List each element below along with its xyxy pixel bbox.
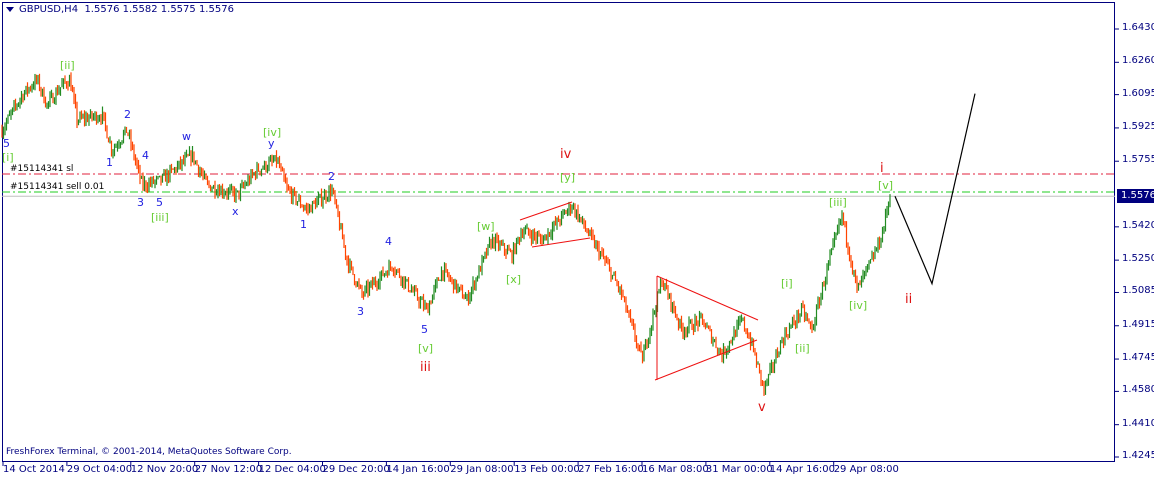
wave-label: [v] <box>878 179 894 192</box>
wave-label: 2 <box>124 108 131 121</box>
x-tick-label: 29 Jan 08:00 <box>450 464 514 475</box>
chart-window[interactable]: GBPUSD,H4 1.5576 1.5582 1.5575 1.5576 #1… <box>0 0 1154 479</box>
order-sell-label: #15114341 sell 0.01 <box>10 182 105 192</box>
wave-label: [ii] <box>60 59 75 72</box>
wave-label: [iv] <box>849 299 868 312</box>
triangle-trendline <box>654 339 758 381</box>
x-tick-label: 27 Nov 12:00 <box>194 464 263 475</box>
y-tick-label: 1.5755 <box>1122 154 1154 166</box>
order-sl-label: #15114341 sl <box>10 164 74 174</box>
wave-label: 2 <box>328 170 335 183</box>
wave-label: [w] <box>477 220 495 233</box>
wave-label: 5 <box>421 323 428 336</box>
x-tick-label: 12 Dec 04:00 <box>258 464 326 475</box>
wave-label: [ii] <box>795 342 810 355</box>
y-tick-label: 1.4410 <box>1122 417 1154 429</box>
x-tick-label: 14 Apr 16:00 <box>769 464 835 475</box>
wave-label: iii <box>420 360 431 375</box>
wave-label: [i] <box>2 151 14 164</box>
y-tick-label: 1.4745 <box>1122 352 1154 364</box>
wave-label: ii <box>905 292 913 307</box>
copyright: FreshForex Terminal, © 2001-2014, MetaQu… <box>6 447 292 457</box>
wave-label: [i] <box>781 277 793 290</box>
wave-label: 5 <box>156 196 163 209</box>
wave-label: [iii] <box>829 196 847 209</box>
wave-label: 5 <box>3 137 10 150</box>
x-tick-label: 13 Feb 00:00 <box>514 464 580 475</box>
wave-label: 1 <box>106 156 113 169</box>
x-tick-label: 16 Mar 08:00 <box>642 464 709 475</box>
wave-label: [iii] <box>151 211 169 224</box>
wave-label: 3 <box>357 305 364 318</box>
wave-label: 1 <box>300 218 307 231</box>
wave-projection-line <box>894 93 976 286</box>
wave-label: iv <box>560 147 572 162</box>
y-tick-label: 1.6430 <box>1122 22 1154 33</box>
y-tick-label: 1.4245 <box>1122 449 1154 461</box>
wave-label: w <box>182 130 191 143</box>
y-tick-label: 1.4915 <box>1122 318 1154 330</box>
y-tick-label: 1.6260 <box>1122 55 1154 67</box>
y-tick-label: 1.6095 <box>1122 87 1154 99</box>
ohlc-values: 1.5576 1.5582 1.5575 1.5576 <box>84 4 234 15</box>
wave-label: [x] <box>506 273 522 286</box>
symbol-label: GBPUSD,H4 <box>19 4 79 15</box>
y-tick-label: 1.5085 <box>1122 285 1154 297</box>
current-price-tag: 1.5576 <box>1117 189 1154 203</box>
y-tick-label: 1.5420 <box>1122 219 1154 231</box>
chart-header: GBPUSD,H4 1.5576 1.5582 1.5575 1.5576 <box>6 4 234 15</box>
y-tick-label: 1.4580 <box>1122 384 1154 396</box>
wave-label: 4 <box>385 235 392 248</box>
x-tick-label: 29 Apr 08:00 <box>833 464 899 475</box>
wave-label: [iv] <box>263 126 282 139</box>
x-tick-label: 31 Mar 00:00 <box>705 464 773 475</box>
price-chart <box>1 28 1119 466</box>
wave-label: 3 <box>137 196 144 209</box>
x-tick-label: 12 Nov 20:00 <box>130 464 199 475</box>
wave-label: x <box>232 205 239 218</box>
wave-label: [y] <box>560 171 576 184</box>
y-tick-label: 1.5925 <box>1122 120 1154 132</box>
wave-label: i <box>880 161 884 176</box>
x-tick-label: 27 Feb 16:00 <box>578 464 644 475</box>
y-tick-label: 1.5250 <box>1122 253 1154 265</box>
x-tick-label: 29 Dec 20:00 <box>322 464 390 475</box>
x-tick-label: 14 Oct 2014 <box>3 464 65 475</box>
wave-label: y <box>268 137 275 150</box>
x-tick-label: 14 Jan 16:00 <box>386 464 450 475</box>
wave-label: 4 <box>142 149 149 162</box>
x-tick-label: 29 Oct 04:00 <box>66 464 133 475</box>
wave-label: v <box>758 400 766 415</box>
wave-label: [v] <box>418 342 434 355</box>
dropdown-triangle-icon[interactable] <box>6 6 14 12</box>
